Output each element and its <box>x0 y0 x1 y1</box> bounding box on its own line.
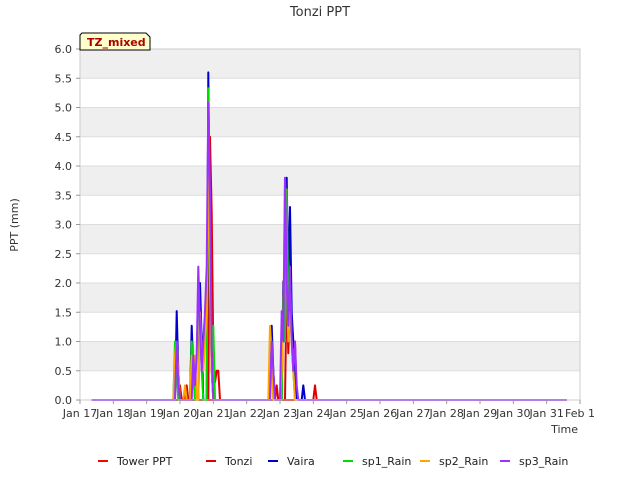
badge: TZ_mixed <box>79 32 151 51</box>
x-tick-label: Jan 21 <box>195 407 230 420</box>
y-tick-label: 0.5 <box>55 365 73 378</box>
y-tick-labels: 0.0 0.5 1.0 1.5 2.0 2.5 3.0 3.5 4.0 4.5 5.0 5.5 6.0 <box>55 43 80 407</box>
legend-label: sp3_Rain <box>519 455 568 468</box>
x-tick-label: Jan 22 <box>228 407 263 420</box>
legend-label: sp1_Rain <box>362 455 411 468</box>
legend-item: Tonzi <box>206 455 252 468</box>
y-tick-label: 1.5 <box>55 306 73 319</box>
plot-band <box>80 283 580 313</box>
y-tick-label: 3.5 <box>55 189 73 202</box>
x-tick-labels: Jan 17Jan 18Jan 19Jan 20Jan 21Jan 22Jan … <box>62 400 595 420</box>
y-tick-label: 2.5 <box>55 248 73 261</box>
x-tick-label: Feb 1 <box>565 407 595 420</box>
plot-band <box>80 107 580 137</box>
legend-item: sp1_Rain <box>343 455 411 468</box>
y-tick-label: 5.5 <box>55 72 73 85</box>
x-axis-label: Time <box>550 423 578 436</box>
x-tick-label: Jan 24 <box>295 407 330 420</box>
x-tick-label: Jan 26 <box>362 407 397 420</box>
x-tick-label: Jan 23 <box>262 407 297 420</box>
y-tick-label: 5.0 <box>55 102 73 115</box>
x-tick-label: Jan 18 <box>95 407 130 420</box>
legend-label: Tower PPT <box>116 455 173 468</box>
x-tick-label: Jan 19 <box>128 407 163 420</box>
x-tick-label: Jan 29 <box>462 407 497 420</box>
y-tick-label: 1.0 <box>55 336 73 349</box>
legend: Tower PPT Tonzi Vaira sp1_Rain sp2_Rain sp3_R… <box>98 455 568 468</box>
y-tick-label: 3.0 <box>55 219 73 232</box>
y-tick-label: 6.0 <box>55 43 73 56</box>
legend-item: Vaira <box>268 455 315 468</box>
x-tick-label: Jan 20 <box>162 407 197 420</box>
x-tick-label: Jan 27 <box>395 407 430 420</box>
legend-item: Tower PPT <box>98 455 173 468</box>
chart-title: Tonzi PPT <box>289 5 350 20</box>
x-tick-label: Jan 31 <box>528 407 563 420</box>
y-axis-label: PPT (mm) <box>8 198 21 252</box>
y-tick-label: 4.0 <box>55 160 73 173</box>
plot-band <box>80 49 580 79</box>
badge-label: TZ_mixed <box>87 36 146 49</box>
x-tick-label: Jan 25 <box>328 407 363 420</box>
legend-label: sp2_Rain <box>439 455 488 468</box>
x-tick-label: Jan 17 <box>62 407 97 420</box>
legend-label: Vaira <box>287 455 315 468</box>
plot-band <box>80 224 580 254</box>
ppt-chart: Tonzi PPT 0.0 0.5 1.0 1.5 2.0 2.5 3.0 3.5 4.0 4.5… <box>8 5 595 468</box>
y-tick-label: 0.0 <box>55 394 73 407</box>
legend-label: Tonzi <box>224 455 252 468</box>
y-tick-label: 2.0 <box>55 277 73 290</box>
legend-item: sp2_Rain <box>420 455 488 468</box>
y-tick-label: 4.5 <box>55 131 73 144</box>
x-tick-label: Jan 30 <box>495 407 530 420</box>
legend-item: sp3_Rain <box>500 455 568 468</box>
plot-band <box>80 166 580 196</box>
plot-band <box>80 341 580 371</box>
x-tick-label: Jan 28 <box>428 407 463 420</box>
